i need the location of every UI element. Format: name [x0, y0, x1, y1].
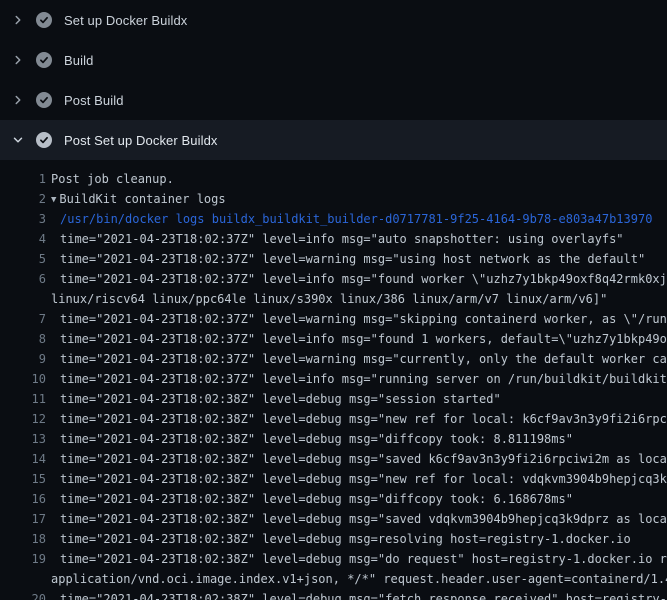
line-number[interactable]: 1 — [0, 169, 46, 189]
log-group-toggle[interactable]: ▼BuildKit container logs — [51, 189, 226, 209]
step-post-build[interactable]: Post Build — [0, 80, 667, 120]
check-circle-icon — [36, 132, 52, 148]
log-text: time="2021-04-23T18:02:38Z" level=debug … — [60, 509, 667, 529]
log-row: 15 time="2021-04-23T18:02:38Z" level=debu… — [0, 469, 667, 489]
log-text: time="2021-04-23T18:02:38Z" level=debug … — [60, 549, 667, 569]
line-number[interactable]: 7 — [0, 309, 46, 329]
log-row: 16 time="2021-04-23T18:02:38Z" level=debu… — [0, 489, 667, 509]
log-row: 4 time="2021-04-23T18:02:37Z" level=info … — [0, 229, 667, 249]
log-text: Post job cleanup. — [51, 169, 174, 189]
log-text: time="2021-04-23T18:02:37Z" level=warnin… — [60, 309, 667, 329]
log-row: 1Post job cleanup. — [0, 169, 667, 189]
step-set-up-docker-buildx[interactable]: Set up Docker Buildx — [0, 0, 667, 40]
log-text: time="2021-04-23T18:02:38Z" level=debug … — [60, 389, 501, 409]
line-number[interactable]: 9 — [0, 349, 46, 369]
line-number — [0, 569, 46, 589]
step-label: Post Set up Docker Buildx — [64, 133, 218, 148]
line-number[interactable]: 14 — [0, 449, 46, 469]
log-row: 19 time="2021-04-23T18:02:38Z" level=debu… — [0, 549, 667, 569]
line-number[interactable]: 18 — [0, 529, 46, 549]
chevron-down-icon — [10, 132, 26, 148]
line-number[interactable]: 13 — [0, 429, 46, 449]
line-number[interactable]: 6 — [0, 269, 46, 289]
log-text: time="2021-04-23T18:02:37Z" level=info m… — [60, 369, 667, 389]
log-row: 12 time="2021-04-23T18:02:38Z" level=debu… — [0, 409, 667, 429]
log-text: linux/riscv64 linux/ppc64le linux/s390x … — [51, 289, 607, 309]
line-number — [0, 289, 46, 309]
log-text: time="2021-04-23T18:02:38Z" level=debug … — [60, 489, 573, 509]
step-label: Post Build — [64, 93, 124, 108]
log-text: time="2021-04-23T18:02:38Z" level=debug … — [60, 449, 667, 469]
chevron-right-icon — [10, 92, 26, 108]
log-text: time="2021-04-23T18:02:38Z" level=debug … — [60, 589, 667, 600]
log-row: 5 time="2021-04-23T18:02:37Z" level=warni… — [0, 249, 667, 269]
line-number[interactable]: 12 — [0, 409, 46, 429]
log-text: time="2021-04-23T18:02:37Z" level=warnin… — [60, 249, 645, 269]
log-row: 6 time="2021-04-23T18:02:37Z" level=info … — [0, 269, 667, 289]
log-row: 13 time="2021-04-23T18:02:38Z" level=debu… — [0, 429, 667, 449]
log-text: time="2021-04-23T18:02:38Z" level=debug … — [60, 469, 667, 489]
line-number[interactable]: 2 — [0, 189, 46, 209]
log-row: 3/usr/bin/docker logs buildx_buildkit_bu… — [0, 209, 667, 229]
log-row-continuation: application/vnd.oci.image.index.v1+json,… — [0, 569, 667, 589]
line-number[interactable]: 17 — [0, 509, 46, 529]
step-label: Set up Docker Buildx — [64, 13, 187, 28]
check-circle-icon — [36, 92, 52, 108]
log-text: time="2021-04-23T18:02:37Z" level=info m… — [60, 269, 667, 289]
actions-log-viewer: Set up Docker Buildx Build Post Build — [0, 0, 667, 600]
log-command-text: /usr/bin/docker logs buildx_buildkit_bui… — [60, 209, 652, 229]
chevron-right-icon — [10, 52, 26, 68]
log-row: 8 time="2021-04-23T18:02:37Z" level=info … — [0, 329, 667, 349]
step-post-set-up-docker-buildx[interactable]: Post Set up Docker Buildx — [0, 120, 667, 160]
chevron-right-icon — [10, 12, 26, 28]
line-number[interactable]: 11 — [0, 389, 46, 409]
log-text: time="2021-04-23T18:02:37Z" level=info m… — [60, 229, 624, 249]
log-row: 20 time="2021-04-23T18:02:38Z" level=debu… — [0, 589, 667, 600]
step-label: Build — [64, 53, 93, 68]
log-group-label: BuildKit container logs — [59, 192, 225, 206]
log-row: 18 time="2021-04-23T18:02:38Z" level=debu… — [0, 529, 667, 549]
check-circle-icon — [36, 52, 52, 68]
log-row: 7 time="2021-04-23T18:02:37Z" level=warni… — [0, 309, 667, 329]
line-number[interactable]: 15 — [0, 469, 46, 489]
line-number[interactable]: 3 — [0, 209, 46, 229]
log-row-continuation: linux/riscv64 linux/ppc64le linux/s390x … — [0, 289, 667, 309]
line-number[interactable]: 5 — [0, 249, 46, 269]
step-list: Set up Docker Buildx Build Post Build — [0, 0, 667, 160]
line-number[interactable]: 19 — [0, 549, 46, 569]
log-row-group: 2▼BuildKit container logs — [0, 189, 667, 209]
log-text: time="2021-04-23T18:02:38Z" level=debug … — [60, 429, 573, 449]
log-text: application/vnd.oci.image.index.v1+json,… — [51, 569, 667, 589]
log-row: 17 time="2021-04-23T18:02:38Z" level=debu… — [0, 509, 667, 529]
step-build[interactable]: Build — [0, 40, 667, 80]
check-circle-icon — [36, 12, 52, 28]
log-text: time="2021-04-23T18:02:37Z" level=info m… — [60, 329, 667, 349]
line-number[interactable]: 10 — [0, 369, 46, 389]
triangle-down-icon: ▼ — [51, 190, 56, 209]
log-row: 10 time="2021-04-23T18:02:37Z" level=info… — [0, 369, 667, 389]
line-number[interactable]: 8 — [0, 329, 46, 349]
line-number[interactable]: 20 — [0, 589, 46, 600]
log-row: 9 time="2021-04-23T18:02:37Z" level=warni… — [0, 349, 667, 369]
log-area: 1Post job cleanup. 2▼BuildKit container … — [0, 160, 667, 600]
log-text: time="2021-04-23T18:02:38Z" level=debug … — [60, 409, 667, 429]
log-row: 11 time="2021-04-23T18:02:38Z" level=debu… — [0, 389, 667, 409]
log-row: 14 time="2021-04-23T18:02:38Z" level=debu… — [0, 449, 667, 469]
line-number[interactable]: 4 — [0, 229, 46, 249]
log-text: time="2021-04-23T18:02:38Z" level=debug … — [60, 529, 631, 549]
log-text: time="2021-04-23T18:02:37Z" level=warnin… — [60, 349, 667, 369]
line-number[interactable]: 16 — [0, 489, 46, 509]
